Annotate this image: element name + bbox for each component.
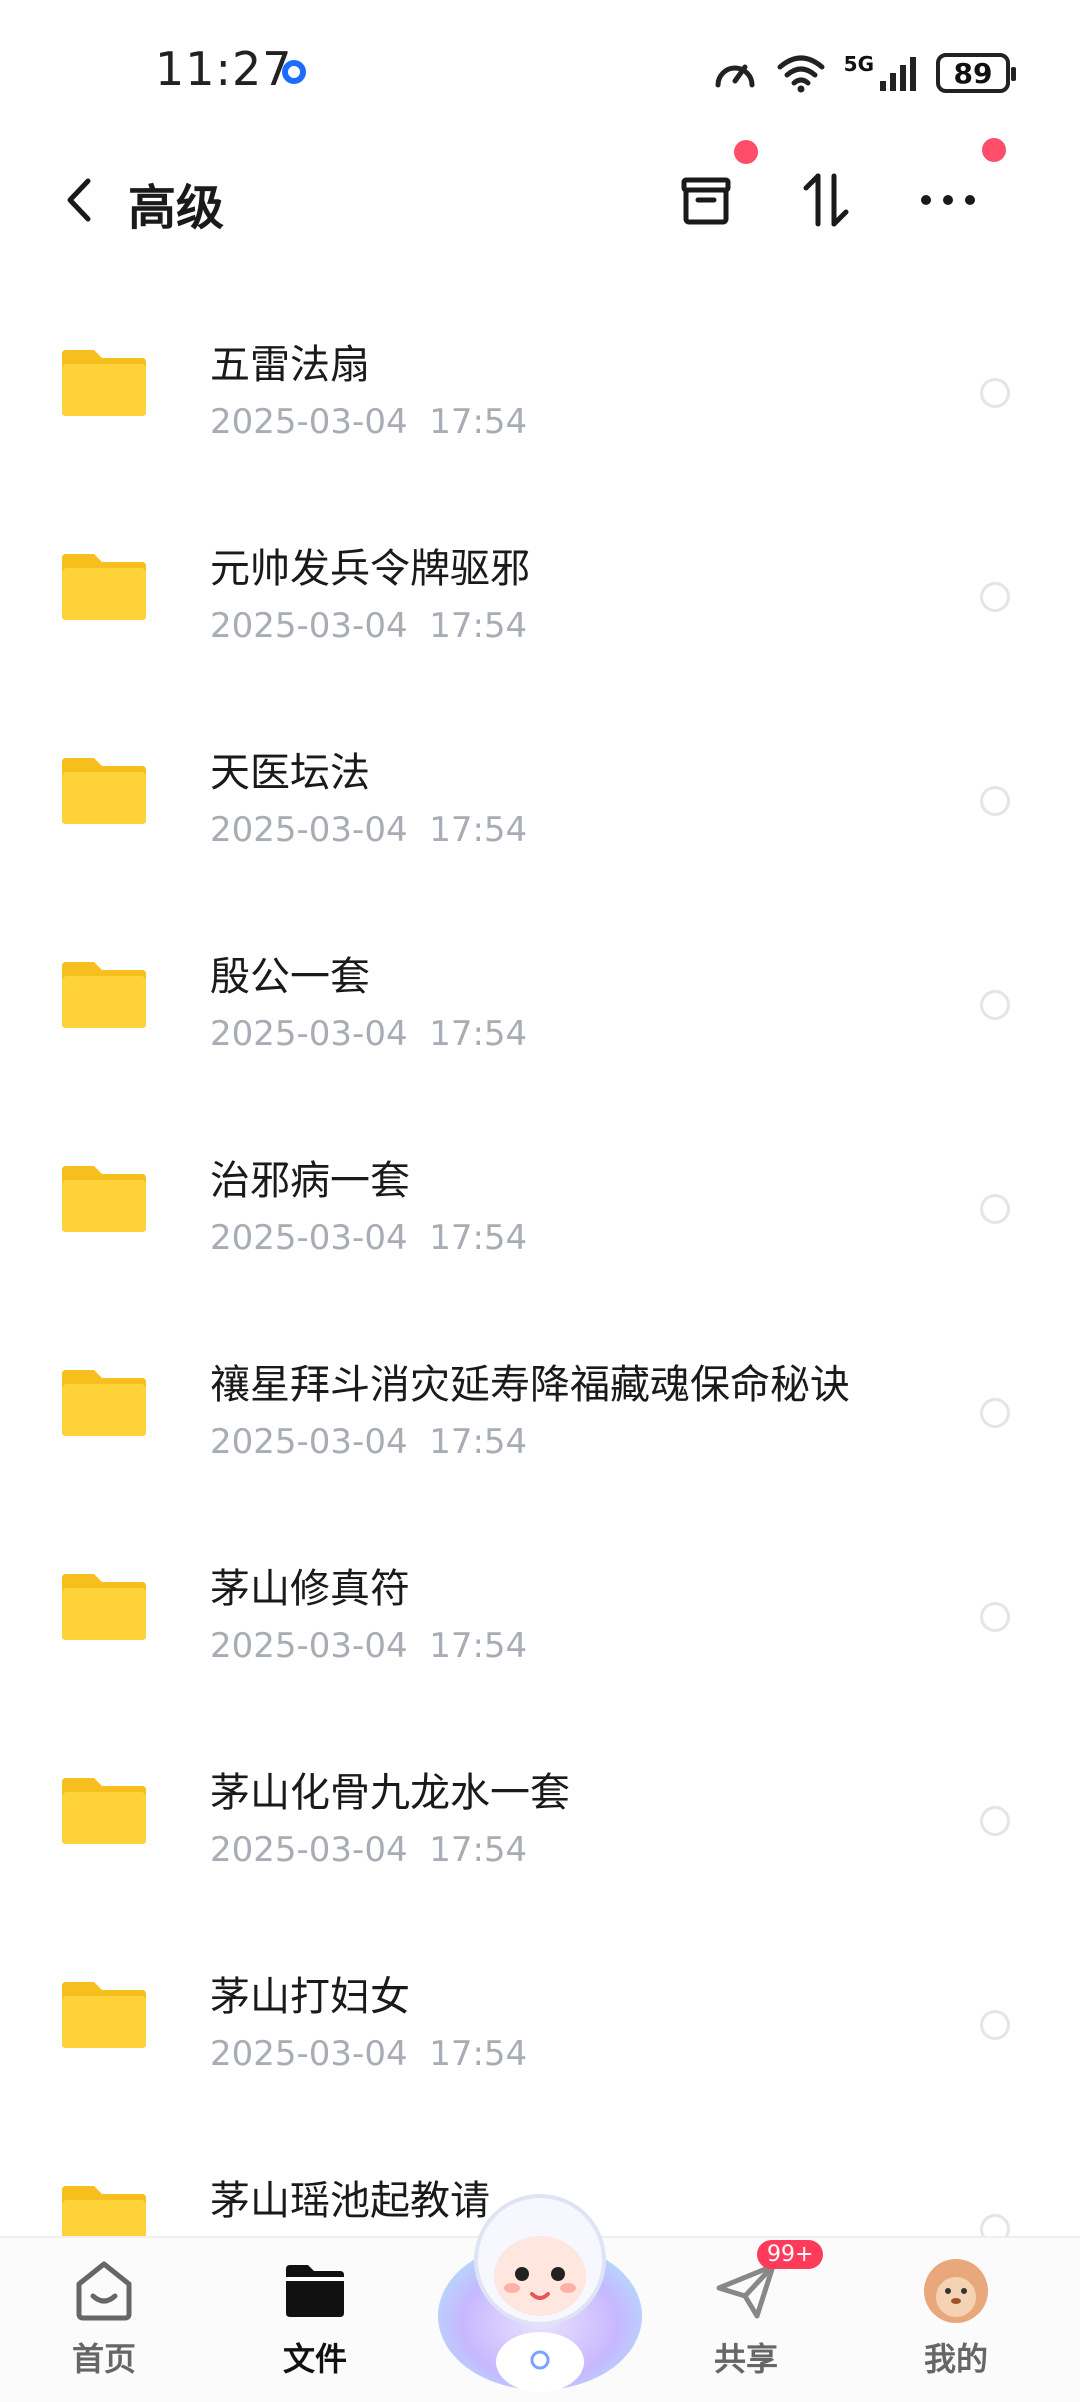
file-name: 治邪病一套 <box>210 1158 410 1204</box>
home-icon <box>76 2261 132 2321</box>
page-title: 高级 <box>128 180 225 236</box>
wifi-icon <box>777 55 825 93</box>
more-icon <box>921 195 975 205</box>
select-checkbox[interactable] <box>980 378 1010 408</box>
mascot-button[interactable] <box>432 2176 648 2396</box>
status-indicators: 5G 89 <box>712 48 1016 98</box>
file-row[interactable]: 五雷法扇 2025-03-04 17:54 <box>0 290 1080 494</box>
file-date: 2025-03-04 17:54 <box>210 1218 528 1258</box>
select-checkbox[interactable] <box>980 1806 1010 1836</box>
back-button[interactable] <box>50 170 110 230</box>
share-badge: 99+ <box>757 2240 824 2269</box>
nav-label: 首页 <box>71 2340 136 2378</box>
select-checkbox[interactable] <box>980 1602 1010 1632</box>
select-checkbox[interactable] <box>980 786 1010 816</box>
nav-label: 共享 <box>713 2340 778 2378</box>
archive-button[interactable] <box>668 162 744 238</box>
file-row[interactable]: 茅山打妇女 2025-03-04 17:54 <box>0 1922 1080 2126</box>
folder-icon <box>62 962 146 1028</box>
nav-share[interactable]: 99+ 共享 <box>676 2240 824 2396</box>
battery-level: 89 <box>953 56 993 90</box>
select-checkbox[interactable] <box>980 990 1010 1020</box>
file-row[interactable]: 殷公一套 2025-03-04 17:54 <box>0 902 1080 1106</box>
file-name: 五雷法扇 <box>210 342 370 388</box>
file-date: 2025-03-04 17:54 <box>210 1422 528 1462</box>
home-icon-wrap <box>69 2256 139 2326</box>
file-name: 禳星拜斗消灾延寿降福藏魂保命秘诀 <box>210 1362 850 1408</box>
folder-filled-icon <box>286 2265 344 2317</box>
folder-icon <box>62 350 146 416</box>
nav-files[interactable]: 文件 <box>245 2256 385 2396</box>
notification-dot <box>734 140 758 164</box>
file-name: 殷公一套 <box>210 954 370 1000</box>
signal-icon <box>880 57 916 91</box>
nav-mine[interactable]: 我的 <box>886 2256 1026 2396</box>
select-checkbox[interactable] <box>980 1398 1010 1428</box>
file-name: 元帅发兵令牌驱邪 <box>210 546 530 592</box>
speed-icon <box>715 64 755 88</box>
select-checkbox[interactable] <box>980 1194 1010 1224</box>
file-name: 天医坛法 <box>210 750 370 796</box>
battery-indicator: 89 <box>936 53 1016 93</box>
file-name: 茅山打妇女 <box>210 1974 410 2020</box>
chevron-left-icon <box>67 178 91 222</box>
folder-icon <box>62 758 146 824</box>
file-row[interactable]: 治邪病一套 2025-03-04 17:54 <box>0 1106 1080 1310</box>
folder-icon <box>62 1982 146 2048</box>
more-button[interactable] <box>910 162 986 238</box>
folder-icon <box>62 1370 146 1436</box>
file-date: 2025-03-04 17:54 <box>210 402 528 442</box>
network-type: 5G <box>843 52 874 76</box>
file-date: 2025-03-04 17:54 <box>210 1830 528 1870</box>
file-name: 茅山化骨九龙水一套 <box>210 1770 570 1816</box>
file-row[interactable]: 茅山修真符 2025-03-04 17:54 <box>0 1514 1080 1718</box>
file-row[interactable]: 茅山化骨九龙水一套 2025-03-04 17:54 <box>0 1718 1080 1922</box>
file-row[interactable]: 禳星拜斗消灾延寿降福藏魂保命秘诀 2025-03-04 17:54 <box>0 1310 1080 1514</box>
file-date: 2025-03-04 17:54 <box>210 1626 528 1666</box>
location-icon <box>282 60 306 84</box>
avatar-icon <box>924 2259 988 2323</box>
nav-label: 我的 <box>923 2340 988 2378</box>
status-time: 11:27 <box>155 42 293 96</box>
sort-button[interactable] <box>788 162 864 238</box>
archive-icon <box>681 177 731 225</box>
select-checkbox[interactable] <box>980 2010 1010 2040</box>
file-date: 2025-03-04 17:54 <box>210 2034 528 2074</box>
files-icon-wrap <box>280 2256 350 2326</box>
nav-label: 文件 <box>282 2340 347 2378</box>
share-icon-wrap: 99+ <box>711 2240 824 2326</box>
file-date: 2025-03-04 17:54 <box>210 606 528 646</box>
file-name: 茅山修真符 <box>210 1566 410 1612</box>
header-bar: 高级 <box>0 138 1080 260</box>
folder-icon <box>62 554 146 620</box>
folder-icon <box>62 1574 146 1640</box>
file-row[interactable]: 元帅发兵令牌驱邪 2025-03-04 17:54 <box>0 494 1080 698</box>
file-date: 2025-03-04 17:54 <box>210 1014 528 1054</box>
status-bar: 11:27 5G 89 <box>0 0 1080 140</box>
folder-icon <box>62 1166 146 1232</box>
sort-icon <box>803 173 849 227</box>
file-date: 2025-03-04 17:54 <box>210 810 528 850</box>
folder-icon <box>62 1778 146 1844</box>
notification-dot <box>982 138 1006 162</box>
file-row[interactable]: 天医坛法 2025-03-04 17:54 <box>0 698 1080 902</box>
select-checkbox[interactable] <box>980 582 1010 612</box>
avatar <box>921 2256 991 2326</box>
nav-home[interactable]: 首页 <box>34 2256 174 2396</box>
file-list: 五雷法扇 2025-03-04 17:54 元帅发兵令牌驱邪 2025-03-0… <box>0 290 1080 2330</box>
